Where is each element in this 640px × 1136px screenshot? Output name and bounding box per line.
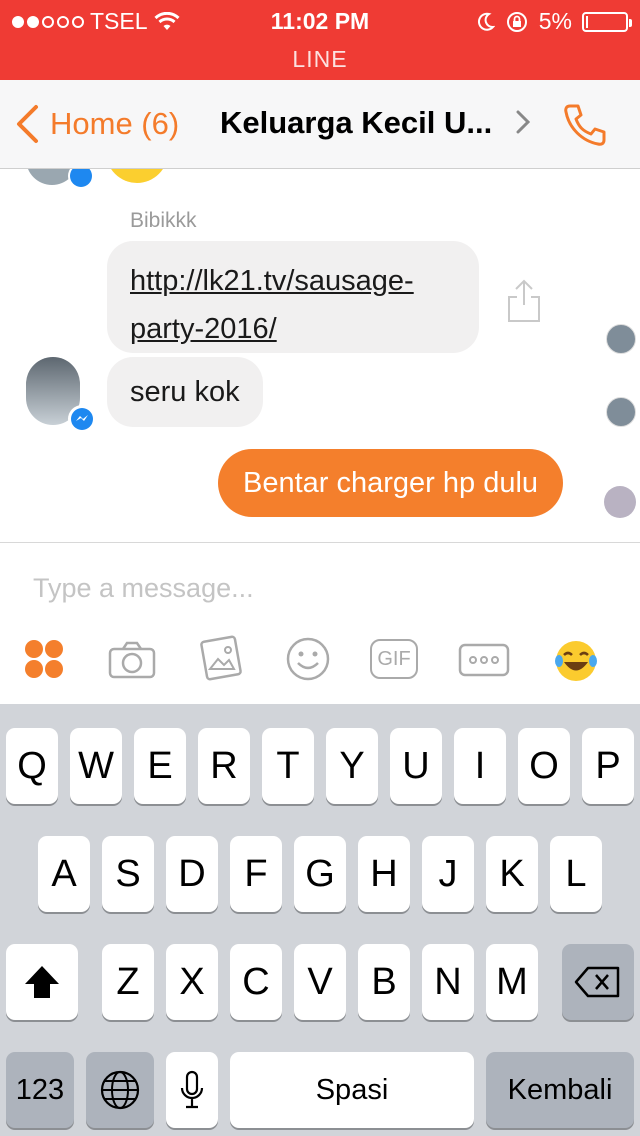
camera-icon[interactable] [108, 641, 156, 679]
numbers-key[interactable]: 123 [6, 1052, 74, 1128]
microphone-key[interactable] [166, 1052, 218, 1128]
chevron-left-icon [17, 105, 38, 143]
key-d[interactable]: D [166, 836, 218, 912]
chevron-right-icon[interactable] [516, 110, 530, 134]
key-k[interactable]: K [486, 836, 538, 912]
emoji-icon[interactable] [286, 637, 330, 681]
key-o[interactable]: O [518, 728, 570, 804]
phone-call-icon[interactable] [562, 102, 608, 148]
key-r[interactable]: R [198, 728, 250, 804]
space-key[interactable]: Spasi [230, 1052, 474, 1128]
key-x[interactable]: X [166, 944, 218, 1020]
chat-area[interactable]: Bibikkk http://lk21.tv/sausage-party-201… [0, 169, 640, 542]
battery-percent: 5% [538, 8, 572, 34]
gif-icon[interactable]: GIF [370, 639, 418, 679]
key-i[interactable]: I [454, 728, 506, 804]
read-receipt-avatar [606, 397, 636, 427]
nav-bar: Home (6) Keluarga Kecil U... [0, 80, 640, 169]
share-icon[interactable] [505, 277, 543, 323]
status-right: 5% [477, 8, 632, 35]
back-button[interactable]: Home (6) [14, 104, 179, 144]
key-f[interactable]: F [230, 836, 282, 912]
microphone-icon [180, 1070, 204, 1109]
backspace-icon [574, 966, 620, 998]
laughing-emoji-icon[interactable] [554, 639, 598, 683]
key-s[interactable]: S [102, 836, 154, 912]
message-composer: Type a message... GIF [0, 542, 640, 705]
key-u[interactable]: U [390, 728, 442, 804]
message-input[interactable]: Type a message... [33, 573, 254, 604]
outgoing-message-bubble[interactable]: Bentar charger hp dulu [218, 449, 564, 517]
link-message-bubble[interactable]: http://lk21.tv/sausage-party-2016/ [107, 241, 479, 353]
text-message-bubble[interactable]: seru kok [107, 357, 263, 427]
keyboard: 123 Spasi Kembali QWERTYUIOP ASDFGHJKL ZXC… [0, 704, 640, 1136]
read-receipt-avatar [604, 486, 636, 518]
read-receipt-avatar [606, 324, 636, 354]
rotation-lock-icon [506, 11, 527, 32]
globe-key[interactable] [86, 1052, 154, 1128]
chat-title[interactable]: Keluarga Kecil U... [220, 105, 510, 141]
key-v[interactable]: V [294, 944, 346, 1020]
key-t[interactable]: T [262, 728, 314, 804]
key-b[interactable]: B [358, 944, 410, 1020]
more-icon[interactable] [458, 643, 510, 677]
moon-icon [477, 12, 495, 31]
shift-icon [25, 966, 59, 998]
globe-icon [100, 1070, 140, 1110]
key-e[interactable]: E [134, 728, 186, 804]
messenger-badge-icon [68, 405, 96, 433]
key-n[interactable]: N [422, 944, 474, 1020]
gallery-icon[interactable] [198, 635, 244, 681]
stickers-icon[interactable] [24, 639, 64, 679]
sender-name: Bibikkk [130, 209, 197, 232]
key-z[interactable]: Z [102, 944, 154, 1020]
emoji-sticker [106, 169, 168, 183]
battery-icon [582, 11, 632, 32]
key-g[interactable]: G [294, 836, 346, 912]
key-j[interactable]: J [422, 836, 474, 912]
back-label: Home (6) [50, 106, 180, 141]
status-bar: TSEL 11:02 PM 5% LINE [0, 0, 640, 80]
key-q[interactable]: Q [6, 728, 58, 804]
gif-label: GIF [377, 647, 411, 670]
delete-key[interactable] [562, 944, 634, 1020]
key-c[interactable]: C [230, 944, 282, 1020]
shift-key[interactable] [6, 944, 78, 1020]
key-p[interactable]: P [582, 728, 634, 804]
key-l[interactable]: L [550, 836, 602, 912]
key-w[interactable]: W [70, 728, 122, 804]
app-label: LINE [292, 46, 348, 72]
key-h[interactable]: H [358, 836, 410, 912]
key-a[interactable]: A [38, 836, 90, 912]
return-key[interactable]: Kembali [486, 1052, 634, 1128]
messenger-badge-icon [68, 169, 94, 189]
key-y[interactable]: Y [326, 728, 378, 804]
key-m[interactable]: M [486, 944, 538, 1020]
